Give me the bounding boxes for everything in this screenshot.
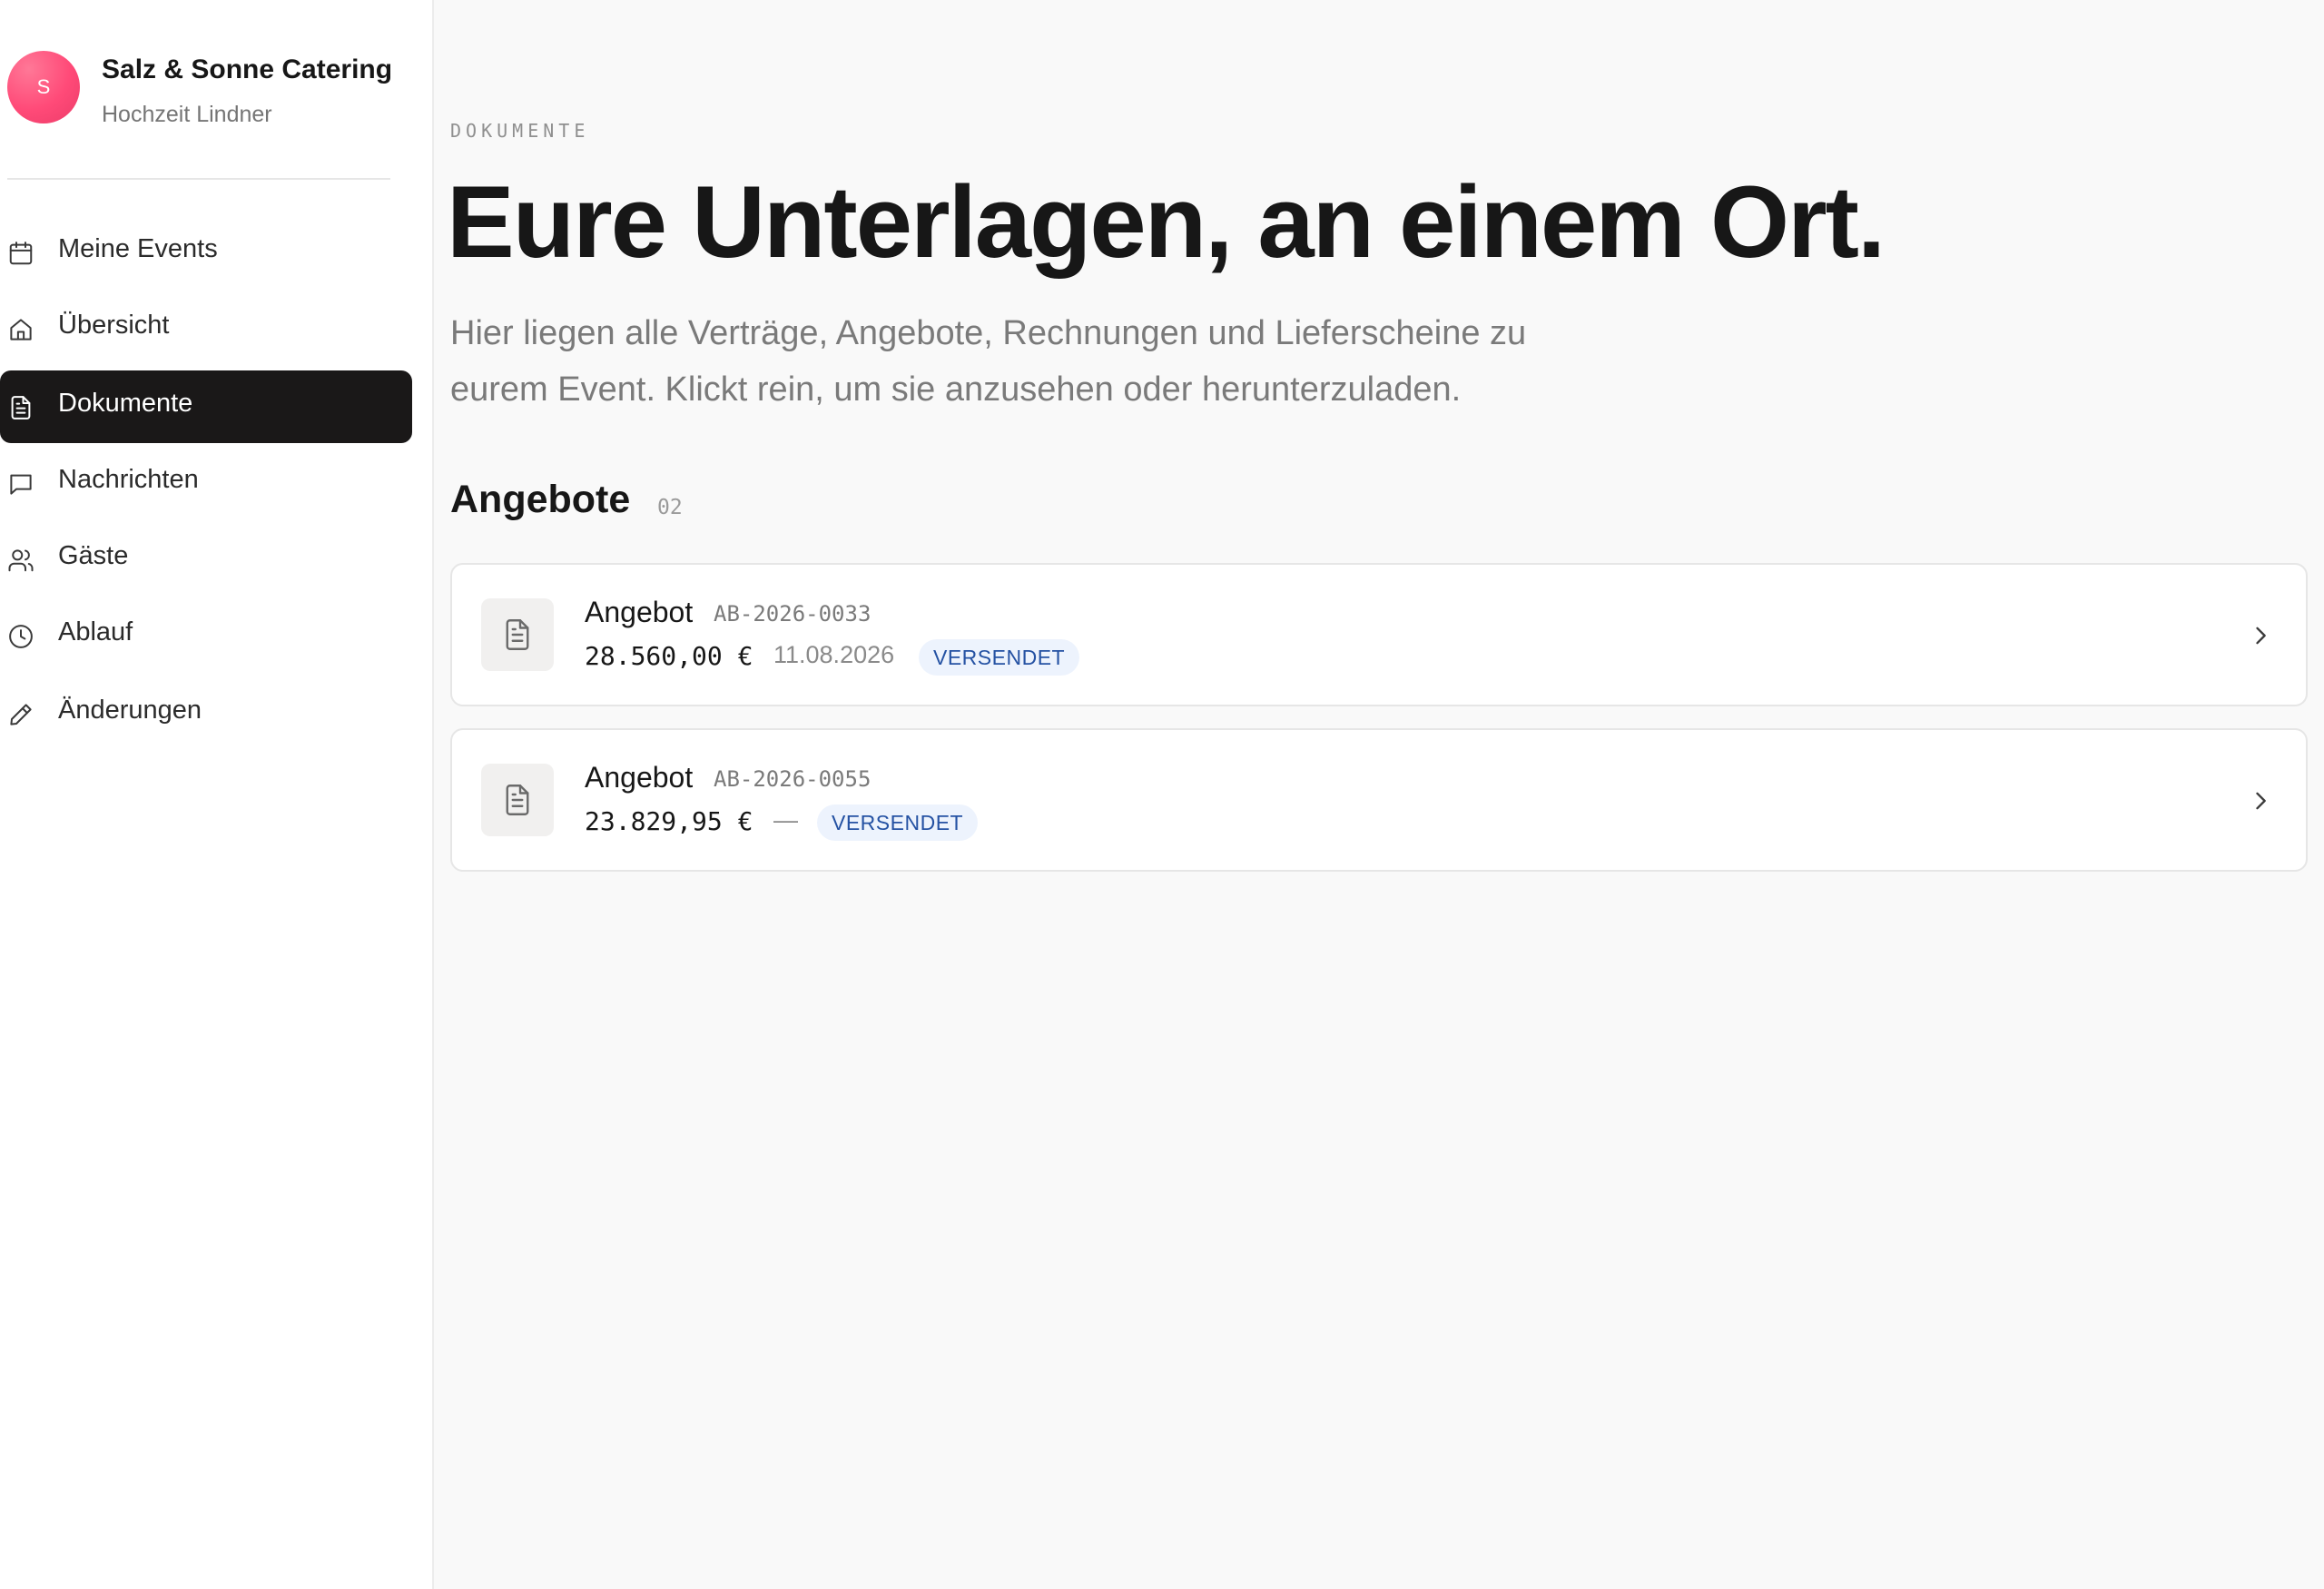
page-title: Eure Unterlagen, an einem Ort. xyxy=(447,165,1886,279)
chevron-right-icon[interactable] xyxy=(2248,623,2273,648)
document-row[interactable]: Angebot AB-2026-0055 23.829,95 € — VERSE… xyxy=(450,728,2308,872)
status-badge: VERSENDET xyxy=(919,639,1080,676)
status-badge: VERSENDET xyxy=(817,804,979,841)
sidebar-item-uebersicht[interactable]: Übersicht xyxy=(0,292,412,365)
sidebar-item-ablauf[interactable]: Ablauf xyxy=(0,599,412,672)
page-description: Hier liegen alle Verträge, Angebote, Rec… xyxy=(450,314,1527,409)
document-amount: 28.560,00 € xyxy=(585,641,753,671)
document-icon xyxy=(11,396,31,419)
sidebar-item-label: Änderungen xyxy=(58,696,202,725)
document-row[interactable]: Angebot AB-2026-0033 28.560,00 € 11.08.2… xyxy=(450,563,2308,706)
document-thumbnail xyxy=(481,764,554,836)
pencil-icon xyxy=(10,704,32,725)
event-name: Hochzeit Lindner xyxy=(102,102,272,127)
sidebar-item-label: Ablauf xyxy=(58,617,133,646)
sidebar-item-gaeste[interactable]: Gäste xyxy=(0,523,412,596)
chevron-right-icon[interactable] xyxy=(2248,788,2273,814)
sidebar-item-label: Dokumente xyxy=(58,389,193,418)
sidebar-item-nachrichten[interactable]: Nachrichten xyxy=(0,447,412,519)
sidebar-item-label: Übersicht xyxy=(58,311,170,340)
sidebar: S Salz & Sonne Catering Hochzeit Lindner… xyxy=(0,0,434,1589)
home-icon xyxy=(10,319,32,340)
company-name: Salz & Sonne Catering xyxy=(102,54,393,84)
document-date: 11.08.2026 xyxy=(773,641,895,668)
sidebar-item-label: Gäste xyxy=(58,541,129,570)
avatar: S xyxy=(7,51,80,123)
document-number: AB-2026-0033 xyxy=(714,601,872,627)
section-title: Angebote xyxy=(450,478,631,521)
document-icon xyxy=(506,619,529,650)
page-eyebrow: DOKUMENTE xyxy=(450,120,590,142)
sidebar-item-label: Nachrichten xyxy=(58,465,199,494)
sidebar-item-dokumente[interactable]: Dokumente xyxy=(0,370,412,443)
sidebar-item-label: Meine Events xyxy=(58,234,218,263)
message-icon xyxy=(10,474,32,495)
clock-icon xyxy=(9,625,33,648)
users-icon xyxy=(8,549,34,572)
calendar-icon xyxy=(9,242,33,265)
document-thumbnail xyxy=(481,598,554,671)
sidebar-item-aenderungen[interactable]: Änderungen xyxy=(0,677,412,750)
sidebar-item-meine-events[interactable]: Meine Events xyxy=(0,216,412,289)
section-count: 02 xyxy=(657,496,683,519)
document-title: Angebot xyxy=(585,761,694,794)
document-title: Angebot xyxy=(585,596,694,628)
document-number: AB-2026-0055 xyxy=(714,766,872,792)
document-date: — xyxy=(773,806,798,834)
document-amount: 23.829,95 € xyxy=(585,806,753,836)
sidebar-divider xyxy=(7,178,390,180)
main-content: DOKUMENTE Eure Unterlagen, an einem Ort.… xyxy=(447,0,2308,1589)
document-icon xyxy=(506,785,529,815)
brand-header[interactable]: S Salz & Sonne Catering Hochzeit Lindner xyxy=(7,51,425,133)
